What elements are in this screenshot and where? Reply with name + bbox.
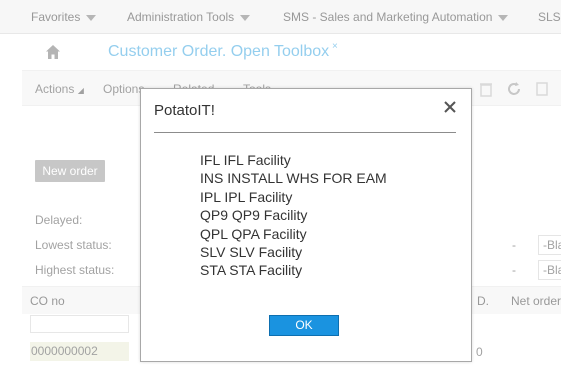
close-icon[interactable] <box>441 98 459 116</box>
list-item: IPL IPL Facility <box>200 188 293 205</box>
dialog-divider <box>154 132 456 133</box>
dialog-title: PotatoIT! <box>154 102 215 119</box>
facility-list: IFL IFL Facility INS INSTALL WHS FOR EAM… <box>200 151 387 280</box>
list-item: QPL QPA Facility <box>200 225 307 242</box>
list-item: IFL IFL Facility <box>200 152 291 168</box>
list-item: STA STA Facility <box>200 262 303 279</box>
facility-dialog: PotatoIT! IFL IFL Facility INS INSTALL W… <box>140 88 472 362</box>
ok-button[interactable]: OK <box>269 315 339 336</box>
list-item: INS INSTALL WHS FOR EAM <box>200 170 387 187</box>
list-item: SLV SLV Facility <box>200 244 303 261</box>
list-item: QP9 QP9 Facility <box>200 207 308 224</box>
